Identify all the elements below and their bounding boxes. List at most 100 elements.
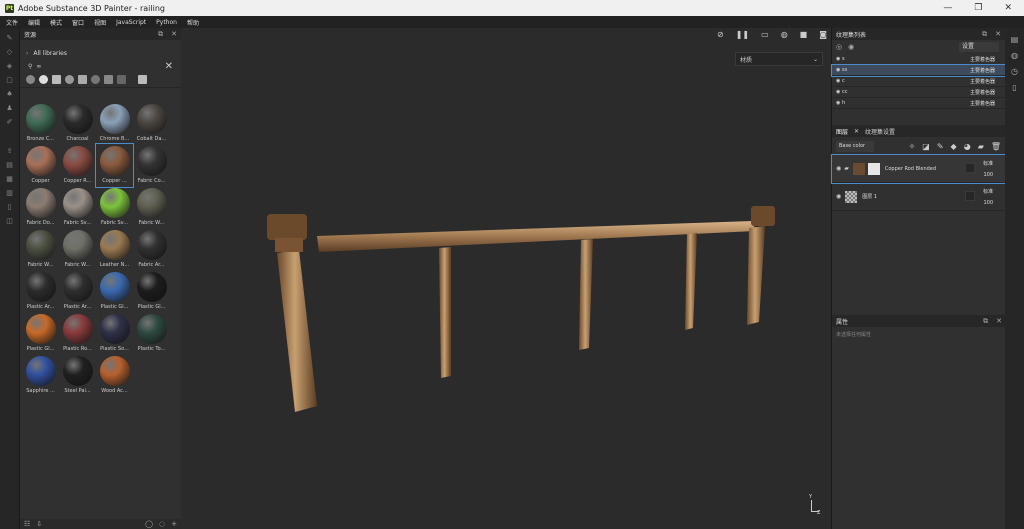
close-panel-icon[interactable]: ✕	[171, 30, 177, 39]
eraser-icon[interactable]: ◇	[5, 49, 15, 56]
maximize-button[interactable]: ❐	[974, 3, 982, 13]
menu-mode[interactable]: 模式	[50, 18, 62, 27]
minimize-button[interactable]: —	[943, 3, 952, 13]
close-panel-icon[interactable]: ✕	[996, 317, 1002, 326]
undock-icon[interactable]: ⧉	[982, 30, 987, 39]
asset-item[interactable]: Fabric W...	[133, 186, 170, 229]
eye-icon[interactable]: ◉	[836, 56, 840, 62]
asset-item[interactable]: Cobalt Da...	[133, 102, 170, 145]
menu-help[interactable]: 帮助	[187, 18, 199, 27]
asset-item[interactable]: Plastic Gl...	[96, 270, 133, 313]
layer-blend[interactable]: 标准 100	[983, 187, 993, 209]
filter-particles-icon[interactable]	[91, 75, 100, 84]
refresh-icon[interactable]: ◯	[145, 520, 153, 528]
delete-icon[interactable]: 🗑	[991, 142, 1001, 151]
asset-item[interactable]: Fabric Sv...	[59, 186, 96, 229]
viewport[interactable]: ⊘ ❚❚ ▭ ◍ ■ ◙ 材质 ⌄ Y Z	[181, 28, 831, 529]
layers-icon[interactable]: ▤	[5, 162, 15, 169]
bake-icon[interactable]: ▥	[5, 190, 15, 197]
layer-name[interactable]: 图层 1	[862, 193, 877, 200]
filter-filter-icon[interactable]	[65, 75, 74, 84]
menu-edit[interactable]: 编辑	[28, 18, 40, 27]
export-icon[interactable]: ⇪	[5, 148, 15, 155]
document-icon[interactable]: ▯	[5, 204, 15, 211]
asset-item[interactable]: Plastic So...	[96, 312, 133, 355]
tab-layers[interactable]: 图层	[836, 127, 848, 136]
layer-color-swatch[interactable]	[965, 163, 975, 173]
undock-icon[interactable]: ⧉	[983, 317, 988, 326]
list-view-icon[interactable]: ☷	[24, 520, 30, 528]
asset-item[interactable]: Plastic To...	[133, 312, 170, 355]
visibility-toggle-icon[interactable]: ◎	[836, 43, 842, 51]
texture-set-row[interactable]: ◉ ss 主要着色器	[831, 64, 1006, 77]
filter-material-icon[interactable]	[39, 75, 48, 84]
mask-icon[interactable]: ▦	[5, 176, 15, 183]
cube-icon[interactable]: ◫	[5, 218, 15, 225]
asset-item[interactable]: Fabric Ar...	[133, 228, 170, 271]
eye-icon[interactable]: ◉	[836, 100, 840, 106]
asset-item[interactable]: Wood Ac...	[96, 354, 133, 397]
eye-icon[interactable]: ◉	[836, 67, 840, 73]
eye-icon[interactable]: ◉	[836, 89, 840, 95]
add-group-icon[interactable]: ▰	[978, 142, 984, 151]
close-button[interactable]: ✕	[1004, 3, 1012, 13]
settings-icon[interactable]: ◌	[159, 520, 165, 528]
smudge-icon[interactable]: ♠	[5, 91, 15, 98]
asset-item[interactable]: Copper	[22, 144, 59, 187]
eye-icon[interactable]: ◉	[836, 78, 840, 84]
asset-item[interactable]: Plastic Ro...	[59, 312, 96, 355]
settings-dropdown[interactable]: 设置	[959, 42, 999, 52]
layer-blend[interactable]: 标准 100	[983, 159, 993, 181]
clear-search-icon[interactable]: ✕	[165, 61, 173, 72]
layer-color-swatch[interactable]	[965, 191, 975, 201]
asset-item[interactable]: Plastic Ar...	[59, 270, 96, 313]
menu-view[interactable]: 视图	[94, 18, 106, 27]
asset-item[interactable]: Plastic Ar...	[22, 270, 59, 313]
asset-item[interactable]: Bronze C...	[22, 102, 59, 145]
channel-dropdown[interactable]: Base color	[836, 140, 874, 152]
menu-file[interactable]: 文件	[6, 18, 18, 27]
add-paint-layer-icon[interactable]: ✎	[937, 142, 944, 151]
close-tab-icon[interactable]: ✕	[854, 128, 859, 135]
layer-name[interactable]: Copper Rod Blended	[885, 166, 936, 172]
eye-icon[interactable]: ◉	[848, 43, 854, 51]
asset-item[interactable]: Sapphire ...	[22, 354, 59, 397]
filter-texture-icon[interactable]	[104, 75, 113, 84]
asset-item[interactable]: Fabric W...	[22, 228, 59, 271]
texture-set-row[interactable]: ◉ cc 主要着色器	[832, 87, 1005, 98]
search-input[interactable]: ∞	[36, 63, 41, 70]
filter-smart-material-icon[interactable]	[26, 75, 35, 84]
add-mask-icon[interactable]: ◪	[922, 142, 930, 151]
asset-item[interactable]: Leather N...	[96, 228, 133, 271]
asset-item[interactable]: Fabric Sv...	[96, 186, 133, 229]
import-icon[interactable]: ⇩	[36, 520, 42, 528]
filter-brush-icon[interactable]	[78, 75, 87, 84]
grid-view-icon[interactable]	[138, 75, 147, 84]
layers-panel-icon[interactable]: ▤	[1010, 36, 1020, 44]
asset-item[interactable]: Fabric W...	[59, 228, 96, 271]
asset-item[interactable]: Steel Pai...	[59, 354, 96, 397]
eye-icon[interactable]: ◉	[836, 193, 841, 200]
layer-mask-thumbnail[interactable]	[867, 162, 880, 175]
search-bar[interactable]: ⚲ ∞ ✕	[20, 60, 181, 72]
layer-row[interactable]: ◉ ▰ Copper Rod Blended 标准 100	[831, 154, 1006, 184]
eye-icon[interactable]: ◉	[836, 165, 841, 172]
texture-set-row[interactable]: ◉ c 主要着色器	[832, 76, 1005, 87]
texture-set-row[interactable]: ◉ h 主要着色器	[832, 98, 1005, 109]
filter-mask-icon[interactable]	[52, 75, 61, 84]
clone-icon[interactable]: ♟	[5, 105, 15, 112]
projection-icon[interactable]: ◈	[5, 63, 15, 70]
menu-python[interactable]: Python	[156, 19, 177, 26]
menu-javascript[interactable]: JavaScript	[116, 19, 146, 26]
tab-texture-set-settings[interactable]: 纹理集设置	[865, 127, 895, 136]
library-selector[interactable]: › All libraries	[20, 46, 181, 60]
log-icon[interactable]: ▯	[1010, 84, 1020, 92]
asset-item[interactable]: Fabric Co...	[133, 144, 170, 187]
history-icon[interactable]: ◷	[1010, 68, 1020, 76]
asset-item[interactable]: Chrome B...	[96, 102, 133, 145]
add-fill-layer-icon[interactable]: ◆	[951, 142, 957, 151]
menu-window[interactable]: 窗口	[72, 18, 84, 27]
asset-item[interactable]: Copper R...	[59, 144, 96, 187]
polygon-fill-icon[interactable]: ▢	[5, 77, 15, 84]
undock-icon[interactable]: ⧉	[158, 30, 163, 39]
